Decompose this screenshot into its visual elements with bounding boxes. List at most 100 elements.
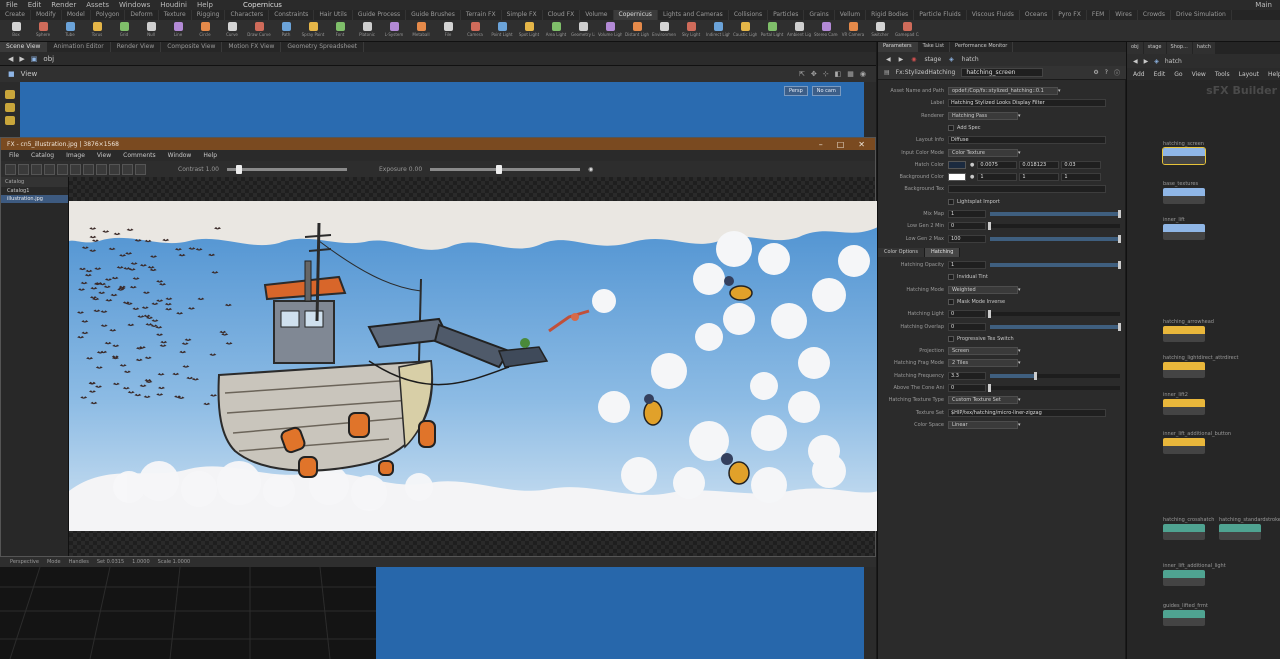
color-swatch[interactable] <box>948 173 966 182</box>
shelf-tab[interactable]: Vellum <box>835 10 867 20</box>
close-icon[interactable]: ✕ <box>858 140 865 149</box>
parameter-checkbox[interactable] <box>948 198 954 205</box>
parameter-slider[interactable] <box>990 234 1121 243</box>
shelf-tool-button[interactable]: File <box>436 21 460 41</box>
parameter-slider[interactable] <box>988 222 1120 231</box>
scene-viewport[interactable]: Persp No cam <box>20 82 864 138</box>
section-tab[interactable]: Color Options <box>878 248 925 257</box>
network-tab[interactable]: Shop... <box>1166 42 1192 54</box>
shelf-tab[interactable]: Cloud FX <box>543 10 581 20</box>
parameter-dropdown[interactable]: Weighted <box>948 285 1018 294</box>
path-segment[interactable]: hatch <box>962 56 979 63</box>
parameter-value-field[interactable]: 0 <box>948 384 986 392</box>
slider-knob[interactable] <box>988 222 991 231</box>
network-node[interactable]: inner_lift <box>1163 217 1205 240</box>
image-window-titlebar[interactable]: FX - cn5_illustration.jpg | 3876×1568 – … <box>1 138 875 150</box>
network-node[interactable]: hatching_lightdirect_attrdirect <box>1163 355 1238 378</box>
forward-arrow-icon[interactable]: ▶ <box>1144 58 1149 65</box>
shelf-tab[interactable]: Particle Fluids <box>914 10 967 20</box>
parameter-value-field[interactable]: 1 <box>948 261 986 269</box>
shelf-tool-button[interactable]: Spot Light <box>517 21 541 41</box>
menu-item[interactable]: Edit <box>28 1 42 9</box>
compare-icon[interactable] <box>83 163 94 175</box>
shelf-tab[interactable]: Characters <box>225 10 270 20</box>
crop-icon[interactable] <box>96 163 107 175</box>
shelf-tool-button[interactable]: Geometry Light <box>571 21 595 41</box>
parameter-field[interactable]: Hatching Stylized Looks Display Filter <box>948 99 1106 108</box>
shelf-tool-button[interactable]: Indirect Light <box>706 21 730 41</box>
shelf-tool-button[interactable]: Path <box>274 21 298 41</box>
path-label[interactable]: obj <box>43 55 54 63</box>
persp-button[interactable]: Persp <box>784 86 808 96</box>
parameter-slider[interactable] <box>988 310 1120 319</box>
image-menu-item[interactable]: View <box>97 152 111 159</box>
forward-arrow-icon[interactable]: ▶ <box>899 56 904 63</box>
network-node[interactable]: hatching_standardstroke <box>1219 517 1280 540</box>
display-options-icon[interactable]: ◧ <box>835 70 842 78</box>
section-tab[interactable]: Hatching <box>924 248 961 257</box>
select-mode-icon[interactable] <box>5 90 15 99</box>
shelf-tool-button[interactable]: Point Light <box>490 21 514 41</box>
image-canvas[interactable] <box>69 177 878 556</box>
network-node[interactable]: inner_lift2 <box>1163 392 1205 415</box>
slider-knob[interactable] <box>1118 234 1121 243</box>
menu-item[interactable]: Render <box>51 1 76 9</box>
settings-icon[interactable] <box>135 163 146 175</box>
shelf-tab[interactable]: Viscous Fluids <box>967 10 1020 20</box>
shelf-tool-button[interactable]: Circle <box>193 21 217 41</box>
parameter-field[interactable]: Diffuse <box>948 136 1106 145</box>
fit-icon[interactable] <box>31 163 42 175</box>
pane-tab[interactable]: Render View <box>111 42 162 52</box>
shelf-tab[interactable]: Modify <box>31 10 62 20</box>
desktop-selector[interactable]: Copernicus <box>243 1 282 9</box>
shelf-tool-button[interactable]: Caustic Light <box>733 21 757 41</box>
parameter-dropdown[interactable]: Linear <box>948 420 1018 429</box>
color-component-field[interactable]: 1 <box>1019 173 1060 182</box>
parameter-slider[interactable] <box>990 261 1121 269</box>
parameter-tab[interactable]: Performance Monitor <box>950 42 1014 52</box>
color-component-field[interactable]: 0.0075 <box>977 160 1018 169</box>
parameter-value-field[interactable]: 100 <box>948 234 986 243</box>
network-menu-item[interactable]: Edit <box>1154 71 1166 78</box>
color-picker-icon[interactable]: ● <box>970 162 974 168</box>
shelf-tool-button[interactable]: Draw Curve <box>247 21 271 41</box>
parameter-checkbox[interactable] <box>948 274 954 281</box>
shelf-tool-button[interactable]: Camera <box>463 21 487 41</box>
color-component-field[interactable]: 1 <box>1061 173 1102 182</box>
shelf-tab[interactable]: Grains <box>804 10 835 20</box>
shelf-tool-button[interactable]: Null <box>139 21 163 41</box>
parameter-value-field[interactable]: 3.3 <box>948 371 986 380</box>
network-node[interactable]: hatching_arrowhead <box>1163 319 1214 342</box>
shelf-tool-button[interactable]: VR Camera <box>841 21 865 41</box>
parameter-slider[interactable] <box>988 384 1120 392</box>
path-segment[interactable]: stage <box>925 56 942 63</box>
main-desktop-label[interactable]: Main <box>1255 1 1272 9</box>
contrast-slider-knob[interactable] <box>236 164 242 174</box>
color-picker-icon[interactable]: ● <box>970 174 974 180</box>
shelf-tool-button[interactable]: Font <box>328 21 352 41</box>
parameter-slider[interactable] <box>990 322 1121 331</box>
snapshot-icon[interactable] <box>109 163 120 175</box>
shelf-tab[interactable]: Wires <box>1110 10 1138 20</box>
parameter-dropdown[interactable]: Custom Texture Set <box>948 396 1018 405</box>
shelf-tab[interactable]: Crowds <box>1138 10 1171 20</box>
parameter-checkbox[interactable] <box>948 335 954 342</box>
color-correct-icon[interactable] <box>57 163 68 175</box>
shelf-tool-button[interactable]: Torus <box>85 21 109 41</box>
shelf-tab[interactable]: Texture <box>159 10 192 20</box>
slider-knob[interactable] <box>988 384 991 392</box>
network-menu-item[interactable]: Layout <box>1239 71 1259 78</box>
shelf-tab[interactable]: Hair Utils <box>314 10 353 20</box>
info-icon[interactable]: ⓘ <box>1114 68 1126 77</box>
histogram-icon[interactable] <box>122 163 133 175</box>
shelf-tab[interactable]: Rigging <box>192 10 226 20</box>
shelf-tab[interactable]: FEM <box>1087 10 1111 20</box>
parameter-value-field[interactable]: 0 <box>948 310 986 319</box>
shelf-tool-button[interactable]: Grid <box>112 21 136 41</box>
network-node[interactable]: hatching_screen <box>1162 141 1206 165</box>
parameter-value-field[interactable]: 1 <box>948 210 986 218</box>
network-menu-item[interactable]: Go <box>1174 71 1182 78</box>
shelf-tab[interactable]: Particles <box>768 10 805 20</box>
shelf-tab[interactable]: Terrain FX <box>461 10 502 20</box>
shelf-tab[interactable]: Rigid Bodies <box>866 10 915 20</box>
